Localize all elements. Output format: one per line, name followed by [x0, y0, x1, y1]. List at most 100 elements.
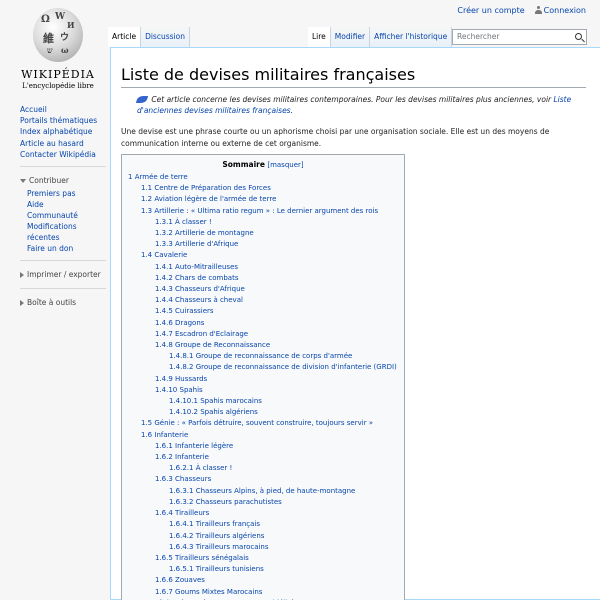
- toc-item[interactable]: 1.4.10.1 Spahis marocains: [128, 396, 398, 407]
- toc-item[interactable]: 1.4 Cavalerie: [128, 250, 398, 261]
- toc-item[interactable]: 1.4.5 Cuirassiers: [128, 306, 398, 317]
- toc-item-number: 1.4.5: [155, 307, 173, 316]
- toc-item[interactable]: 1.4.8.1 Groupe de reconnaissance de corp…: [128, 351, 398, 362]
- namespace-tabs: Article Discussion: [108, 27, 190, 47]
- toc-item-text: Armée de terre: [134, 173, 188, 181]
- toc-item[interactable]: 1.6.1 Infanterie légère: [128, 441, 398, 452]
- toc-item-number: 1.4.6: [155, 318, 173, 327]
- search-input[interactable]: Rechercher: [452, 29, 587, 45]
- sidebar-item-donate[interactable]: Faire un don: [27, 243, 110, 254]
- print-heading[interactable]: Imprimer / exporter: [20, 269, 110, 282]
- toc-item[interactable]: 1 Armée de terre: [128, 172, 398, 183]
- toc-item-text: Tirailleurs marocains: [195, 542, 269, 551]
- toc-item[interactable]: 1.6.4.1 Tirailleurs français: [128, 519, 398, 530]
- toc-item[interactable]: 1.6.2.1 À classer !: [128, 463, 398, 474]
- toc-item-text: Spahis: [179, 385, 203, 394]
- contribute-heading-label: Contribuer: [29, 176, 69, 186]
- sidebar-item-first-steps[interactable]: Premiers pas: [27, 188, 110, 199]
- toc-item-number: 1.2: [141, 195, 153, 204]
- chevron-down-icon: [20, 178, 26, 183]
- sidebar-item-help[interactable]: Aide: [27, 199, 110, 210]
- toc-item[interactable]: 1.4.6 Dragons: [128, 318, 398, 329]
- hatnote-text: Cet article concerne les devises militai…: [151, 95, 554, 104]
- contribute-heading[interactable]: Contribuer: [20, 175, 110, 188]
- toc-item[interactable]: 1.3.1 À classer !: [128, 217, 398, 228]
- toc-item[interactable]: 1.4.8 Groupe de Reconnaissance: [128, 340, 398, 351]
- toc-item-number: 1.6.6: [155, 576, 173, 585]
- toc-item[interactable]: 1.4.4 Chasseurs à cheval: [128, 295, 398, 306]
- tab-edit[interactable]: Modifier: [330, 27, 371, 47]
- toc-item-number: 1.3.1: [155, 217, 173, 226]
- tools-heading-label: Boîte à outils: [27, 298, 77, 308]
- toc-item-number: 1.6: [141, 430, 153, 439]
- toc-item-text: Spahis algériens: [200, 408, 258, 417]
- toc-item[interactable]: 1.4.8.2 Groupe de reconnaissance de divi…: [128, 362, 398, 373]
- toc-toggle-link[interactable]: [masquer]: [267, 161, 303, 169]
- tab-discussion[interactable]: Discussion: [141, 27, 190, 47]
- wikipedia-logo[interactable]: Ω W И 維 ウ ש ω WIKIPÉDIA L'encyclopédie l…: [18, 8, 98, 90]
- toc-item-text: Escadron d'Eclairage: [175, 329, 249, 338]
- toc-item[interactable]: 1.4.9 Hussards: [128, 374, 398, 385]
- toc-item[interactable]: 1.4.10 Spahis: [128, 385, 398, 396]
- tab-history[interactable]: Afficher l'historique: [370, 27, 453, 47]
- toc-item[interactable]: 1.6.3 Chasseurs: [128, 474, 398, 485]
- disambiguation-icon: [135, 96, 149, 103]
- toc-item-number: 1.4.3: [155, 285, 173, 294]
- toc-item[interactable]: 1.4.2 Chars de combats: [128, 273, 398, 284]
- tab-read[interactable]: Lire: [308, 27, 331, 47]
- toc-item-number: 1.6.3: [155, 475, 173, 484]
- sidebar-item-contact[interactable]: Contacter Wikipédia: [20, 149, 110, 160]
- toc-item-text: Artillerie d'Afrique: [175, 240, 239, 249]
- toc-title: Sommaire [masquer]: [128, 160, 398, 169]
- toc-item[interactable]: 1.6.4.3 Tirailleurs marocains: [128, 542, 398, 553]
- toc-item[interactable]: 1.5 Génie : « Parfois détruire, souvent …: [128, 418, 398, 429]
- toc-item[interactable]: 1.2 Aviation légère de l'armée de terre: [128, 194, 398, 205]
- toc-item[interactable]: 1.6.6 Zouaves: [128, 575, 398, 586]
- sidebar-item-index[interactable]: Index alphabétique: [20, 126, 110, 137]
- sidebar-divider: [20, 166, 106, 168]
- toc-item[interactable]: 1.6 Infanterie: [128, 430, 398, 441]
- toc-item[interactable]: 1.6.3.2 Chasseurs parachutistes: [128, 497, 398, 508]
- toc-item[interactable]: 1.6.5 Tirailleurs sénégalais: [128, 553, 398, 564]
- print-heading-label: Imprimer / exporter: [27, 270, 101, 280]
- toc-item[interactable]: 1.3 Artillerie : « Ultima ratio regum » …: [128, 206, 398, 217]
- create-account-link[interactable]: Créer un compte: [457, 6, 524, 15]
- toc-item-text: Tirailleurs algériens: [195, 531, 265, 540]
- sidebar: Accueil Portails thématiques Index alpha…: [20, 104, 110, 310]
- toc-item-text: Infanterie: [154, 430, 189, 439]
- toc-item[interactable]: 1.4.10.2 Spahis algériens: [128, 407, 398, 418]
- toc-item-text: Tirailleurs français: [195, 520, 261, 529]
- toc-item[interactable]: 1.3.3 Artillerie d'Afrique: [128, 239, 398, 250]
- toc-item[interactable]: 1.4.1 Auto-Mitrailleuses: [128, 262, 398, 273]
- toc-item-text: Infanterie: [175, 453, 209, 462]
- toc-item-text: À classer !: [195, 464, 233, 473]
- puzzle-globe-icon: Ω W И 維 ウ ש ω: [33, 8, 83, 62]
- toc-item-number: 1.4.8.2: [169, 363, 194, 372]
- toc-item[interactable]: 1.6.5.1 Tirailleurs tunisiens: [128, 564, 398, 575]
- tools-heading[interactable]: Boîte à outils: [20, 297, 110, 310]
- search-icon[interactable]: [575, 33, 582, 40]
- toc-item-number: 1.6.4.3: [169, 542, 194, 551]
- toc-item[interactable]: 1.4.3 Chasseurs d'Afrique: [128, 284, 398, 295]
- toc-item[interactable]: 1.1 Centre de Préparation des Forces: [128, 183, 398, 194]
- toc-item-text: Chasseurs d'Afrique: [175, 285, 245, 294]
- toc-item[interactable]: 1.4.7 Escadron d'Eclairage: [128, 329, 398, 340]
- toc-item[interactable]: 1.6.2 Infanterie: [128, 452, 398, 463]
- toc-item-number: 1.5: [141, 419, 153, 428]
- tab-article[interactable]: Article: [108, 27, 142, 47]
- login-link[interactable]: Connexion: [544, 6, 586, 15]
- logo-wordmark: WIKIPÉDIA: [21, 68, 95, 81]
- toc-item[interactable]: 1.6.7 Goums Mixtes Marocains: [128, 587, 398, 598]
- sidebar-item-random[interactable]: Article au hasard: [20, 138, 110, 149]
- login-link-wrap[interactable]: Connexion: [534, 6, 586, 15]
- toc-item[interactable]: 1.3.2 Artillerie de montagne: [128, 228, 398, 239]
- sidebar-item-portals[interactable]: Portails thématiques: [20, 115, 110, 126]
- toc-item-text: Groupe de reconnaissance de corps d'armé…: [195, 352, 353, 361]
- toc-item[interactable]: 1.6.4 Tirailleurs: [128, 508, 398, 519]
- toc-item-number: 1: [128, 173, 133, 181]
- toc-item[interactable]: 1.6.4.2 Tirailleurs algériens: [128, 531, 398, 542]
- sidebar-item-recent-changes[interactable]: Modifications récentes: [27, 221, 110, 243]
- toc-item[interactable]: 1.6.3.1 Chasseurs Alpins, à pied, de hau…: [128, 486, 398, 497]
- sidebar-item-community[interactable]: Communauté: [27, 210, 110, 221]
- sidebar-item-home[interactable]: Accueil: [20, 104, 110, 115]
